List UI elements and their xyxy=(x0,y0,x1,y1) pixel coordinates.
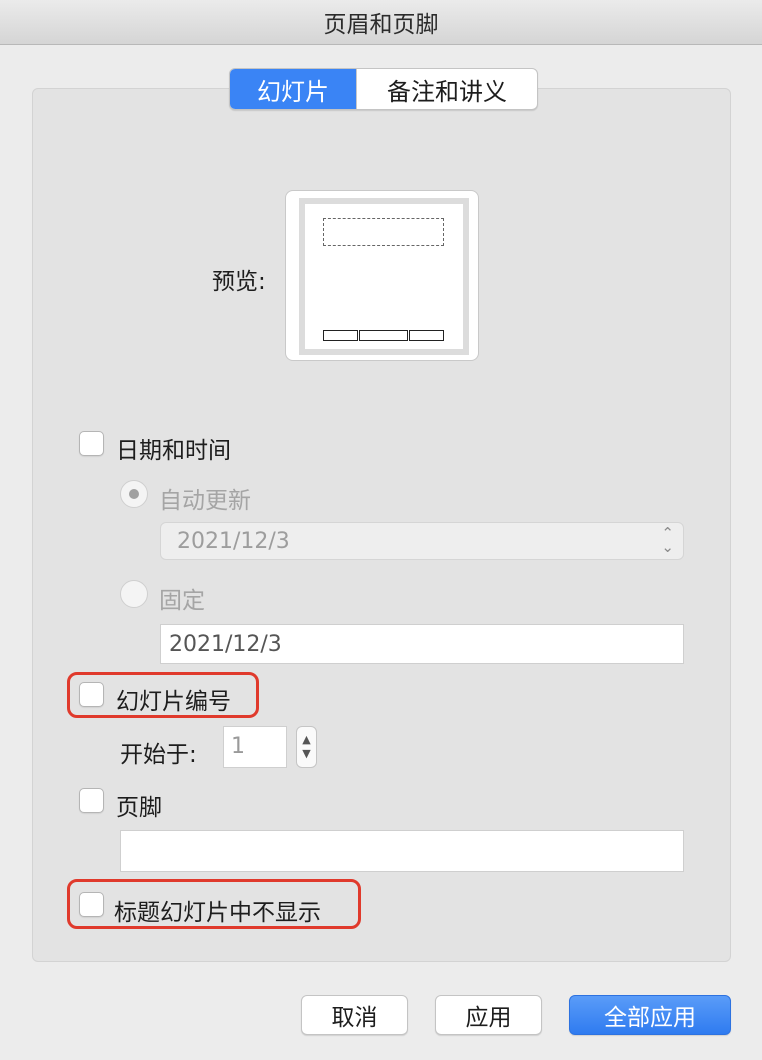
apply-all-button[interactable]: 全部应用 xyxy=(569,995,731,1035)
chevron-updown-icon: ⌃ ⌄ xyxy=(661,524,674,556)
slide-number-highlight xyxy=(67,672,259,718)
start-at-input[interactable]: 1 xyxy=(223,726,287,768)
date-time-checkbox[interactable] xyxy=(79,431,104,456)
date-time-label: 日期和时间 xyxy=(116,438,231,464)
auto-update-radio[interactable] xyxy=(120,480,148,508)
start-at-value: 1 xyxy=(231,734,245,759)
select-value: 2021/12/3 xyxy=(177,529,290,554)
footer-label: 页脚 xyxy=(116,795,162,821)
fixed-date-value: 2021/12/3 xyxy=(169,632,282,657)
fixed-date-input[interactable]: 2021/12/3 xyxy=(160,624,684,664)
auto-update-date-select[interactable]: 2021/12/3 ⌃ ⌄ xyxy=(160,522,684,560)
tab-slides[interactable]: 幻灯片 xyxy=(230,69,356,109)
footer-checkbox[interactable] xyxy=(79,788,104,813)
start-at-stepper[interactable]: ▲ ▼ xyxy=(296,726,317,768)
fixed-radio[interactable] xyxy=(120,580,148,608)
auto-update-label: 自动更新 xyxy=(159,488,251,514)
cancel-button[interactable]: 取消 xyxy=(301,995,408,1035)
stepper-up-icon[interactable]: ▲ xyxy=(297,733,316,746)
window-title: 页眉和页脚 xyxy=(0,0,762,45)
preview-header-placeholder xyxy=(323,218,444,246)
start-at-label: 开始于: xyxy=(120,742,197,768)
preview-number-placeholder xyxy=(409,330,444,341)
preview-date-placeholder xyxy=(323,330,358,341)
apply-button[interactable]: 应用 xyxy=(435,995,542,1035)
stepper-down-icon[interactable]: ▼ xyxy=(297,747,316,760)
preview-footer-placeholder xyxy=(359,330,408,341)
preview-thumbnail xyxy=(285,190,479,361)
footer-input[interactable] xyxy=(120,830,684,872)
preview-label: 预览: xyxy=(212,269,266,295)
fixed-label: 固定 xyxy=(159,588,205,614)
radio-selected-dot xyxy=(129,489,139,499)
tab-group: 幻灯片 备注和讲义 xyxy=(229,68,538,110)
tab-notes-handouts[interactable]: 备注和讲义 xyxy=(356,69,537,109)
preview-slide xyxy=(305,204,463,349)
hide-on-title-highlight xyxy=(67,879,361,929)
